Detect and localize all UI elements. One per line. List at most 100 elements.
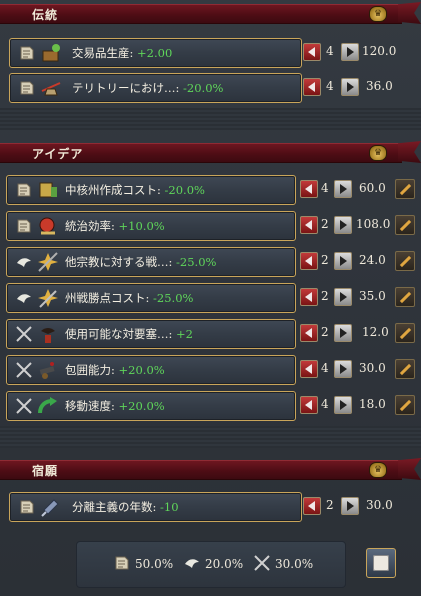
cost-value: 30.0 xyxy=(366,498,393,512)
modifier-value: -10 xyxy=(160,500,179,514)
cost-value: 36.0 xyxy=(366,79,393,93)
section-title: アイデア xyxy=(32,147,84,161)
crown-icon[interactable]: ♛ xyxy=(369,6,387,22)
scroll-icon xyxy=(17,219,31,233)
level-value: 4 xyxy=(321,361,329,375)
modifier-label: 包囲能力: xyxy=(65,363,119,377)
modifier-label: テリトリーにおけ…: xyxy=(72,81,184,95)
decrease-button[interactable] xyxy=(300,252,318,270)
cost-value: 30.0 xyxy=(359,361,386,375)
modifier-label: 他宗教に対する戦…: xyxy=(65,255,177,269)
decrease-button[interactable] xyxy=(303,497,321,515)
list-item: 使用可能な対要塞…: +2 2 12.0 xyxy=(0,319,421,349)
decrease-button[interactable] xyxy=(300,396,318,414)
cost-value: 60.0 xyxy=(359,181,386,195)
crossed-swords-icon xyxy=(16,398,32,414)
crown-icon[interactable]: ♛ xyxy=(369,145,387,161)
scroll-icon xyxy=(20,46,34,60)
power-distribution-summary: 50.0% 20.0% 30.0% xyxy=(76,541,346,588)
modifier-label: 統治効率: xyxy=(65,219,119,233)
modifier-pill[interactable]: 分離主義の年数: -10 xyxy=(9,492,302,522)
list-item: 分離主義の年数: -10 2 30.0 xyxy=(0,492,421,522)
edit-pencil-icon[interactable] xyxy=(395,359,415,379)
modifier-pill[interactable]: 州戦勝点コスト: -25.0% xyxy=(6,283,296,313)
section-title: 伝統 xyxy=(32,8,59,22)
modifier-value: -20.0% xyxy=(164,183,205,197)
modifier-pill[interactable]: 使用可能な対要塞…: +2 xyxy=(6,319,296,349)
modifier-value: +10.0% xyxy=(118,219,165,233)
cost-value: 12.0 xyxy=(362,325,389,339)
modifier-pill[interactable]: 他宗教に対する戦…: -25.0% xyxy=(6,247,296,277)
dip-percent: 20.0% xyxy=(205,557,244,571)
increase-button[interactable] xyxy=(334,216,352,234)
level-value: 2 xyxy=(321,325,329,339)
cost-value: 24.0 xyxy=(359,253,386,267)
level-value: 4 xyxy=(321,397,329,411)
level-value: 2 xyxy=(321,217,329,231)
modifier-pill[interactable]: テリトリーにおけ…: -20.0% xyxy=(9,73,302,103)
edit-pencil-icon[interactable] xyxy=(395,395,415,415)
crown-icon[interactable]: ♛ xyxy=(369,462,387,478)
increase-button[interactable] xyxy=(341,497,359,515)
modifier-pill[interactable]: 包囲能力: +20.0% xyxy=(6,355,296,385)
modifier-pill[interactable]: 中核州作成コスト: -20.0% xyxy=(6,175,296,205)
religion-war-icon xyxy=(38,252,58,272)
modifier-value: +2.00 xyxy=(137,46,173,60)
scroll-icon xyxy=(17,183,31,197)
modifier-pill[interactable]: 移動速度: +20.0% xyxy=(6,391,296,421)
decrease-button[interactable] xyxy=(300,360,318,378)
decrease-button[interactable] xyxy=(300,324,318,342)
list-item: 交易品生産: +2.00 4 120.0 xyxy=(0,38,421,68)
increase-button[interactable] xyxy=(334,288,352,306)
efficiency-icon xyxy=(39,217,55,235)
list-item: 中核州作成コスト: -20.0% 4 60.0 xyxy=(0,175,421,205)
modifier-label: 使用可能な対要塞…: xyxy=(65,327,177,341)
modifier-pill[interactable]: 交易品生産: +2.00 xyxy=(9,38,302,68)
modifier-label: 移動速度: xyxy=(65,399,119,413)
modifier-value: -20.0% xyxy=(183,81,224,95)
modifier-label: 交易品生産: xyxy=(72,46,138,60)
edit-pencil-icon[interactable] xyxy=(395,179,415,199)
trade-goods-icon xyxy=(42,44,60,62)
modifier-value: +2 xyxy=(176,327,193,341)
level-value: 2 xyxy=(321,289,329,303)
list-item: テリトリーにおけ…: -20.0% 4 36.0 xyxy=(0,73,421,103)
section-header-ideas: アイデア ♛ xyxy=(0,141,421,163)
decrease-button[interactable] xyxy=(303,78,321,96)
decrease-button[interactable] xyxy=(300,288,318,306)
increase-button[interactable] xyxy=(334,324,352,342)
edit-pencil-icon[interactable] xyxy=(395,287,415,307)
increase-button[interactable] xyxy=(334,252,352,270)
cost-value: 35.0 xyxy=(359,289,386,303)
modifier-value: -25.0% xyxy=(153,291,194,305)
decrease-button[interactable] xyxy=(300,216,318,234)
level-value: 2 xyxy=(321,253,329,267)
decrease-button[interactable] xyxy=(303,43,321,61)
edit-pencil-icon[interactable] xyxy=(395,323,415,343)
increase-button[interactable] xyxy=(334,360,352,378)
list-item: 州戦勝点コスト: -25.0% 2 35.0 xyxy=(0,283,421,313)
increase-button[interactable] xyxy=(341,43,359,61)
list-item: 統治効率: +10.0% 2 108.0 xyxy=(0,211,421,241)
list-item: 他宗教に対する戦…: -25.0% 2 24.0 xyxy=(0,247,421,277)
decrease-button[interactable] xyxy=(300,180,318,198)
territory-icon xyxy=(41,82,61,96)
scroll-icon xyxy=(20,81,34,95)
scroll-icon xyxy=(20,500,34,514)
increase-button[interactable] xyxy=(334,180,352,198)
dice-randomize-icon[interactable] xyxy=(366,548,396,578)
level-value: 4 xyxy=(326,44,334,58)
list-item: 移動速度: +20.0% 4 18.0 xyxy=(0,391,421,421)
level-value: 4 xyxy=(326,79,334,93)
adm-percent: 50.0% xyxy=(135,557,174,571)
separatism-icon xyxy=(41,499,59,517)
crossed-swords-icon xyxy=(254,555,270,571)
increase-button[interactable] xyxy=(334,396,352,414)
mil-percent: 30.0% xyxy=(275,557,314,571)
modifier-value: +20.0% xyxy=(118,363,165,377)
modifier-pill[interactable]: 統治効率: +10.0% xyxy=(6,211,296,241)
increase-button[interactable] xyxy=(341,78,359,96)
edit-pencil-icon[interactable] xyxy=(395,251,415,271)
edit-pencil-icon[interactable] xyxy=(395,215,415,235)
crossed-swords-icon xyxy=(16,326,32,342)
